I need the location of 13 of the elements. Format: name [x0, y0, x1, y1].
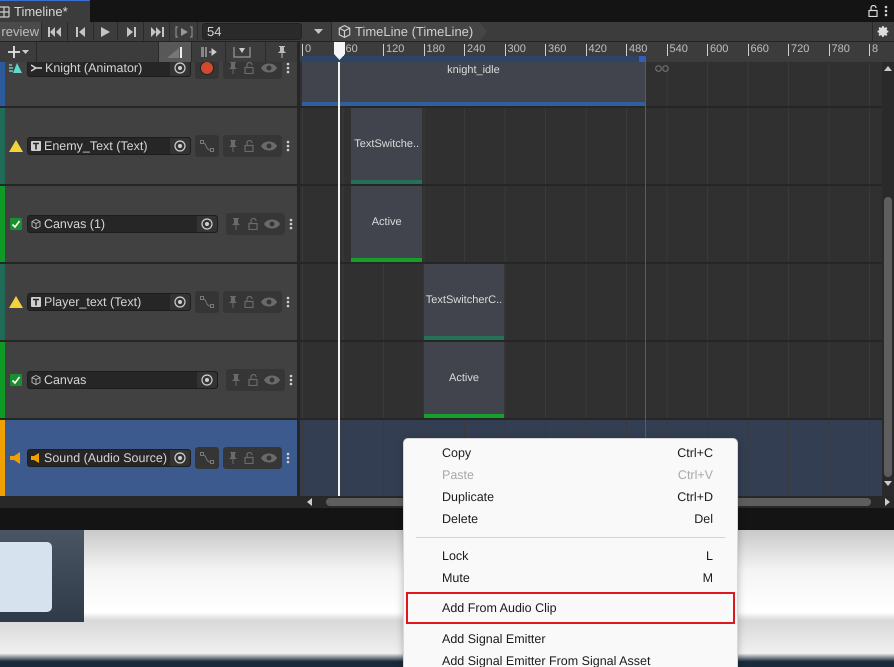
ruler-label: 660: [748, 44, 769, 56]
ruler-label: 780: [828, 44, 850, 56]
ruler-label: 360: [545, 44, 566, 56]
ruler-label: 120: [383, 44, 404, 56]
ruler-label: 420: [586, 44, 607, 56]
ruler-label: 600: [707, 44, 728, 56]
ruler-label: 720: [788, 44, 810, 56]
ruler-label: 0: [302, 44, 312, 56]
ruler-label: 180: [424, 44, 445, 56]
ruler-label: 540: [666, 44, 688, 56]
ruler-label: 240: [464, 44, 486, 56]
ruler-label: 8: [869, 44, 878, 56]
ruler-label: 300: [504, 44, 526, 56]
